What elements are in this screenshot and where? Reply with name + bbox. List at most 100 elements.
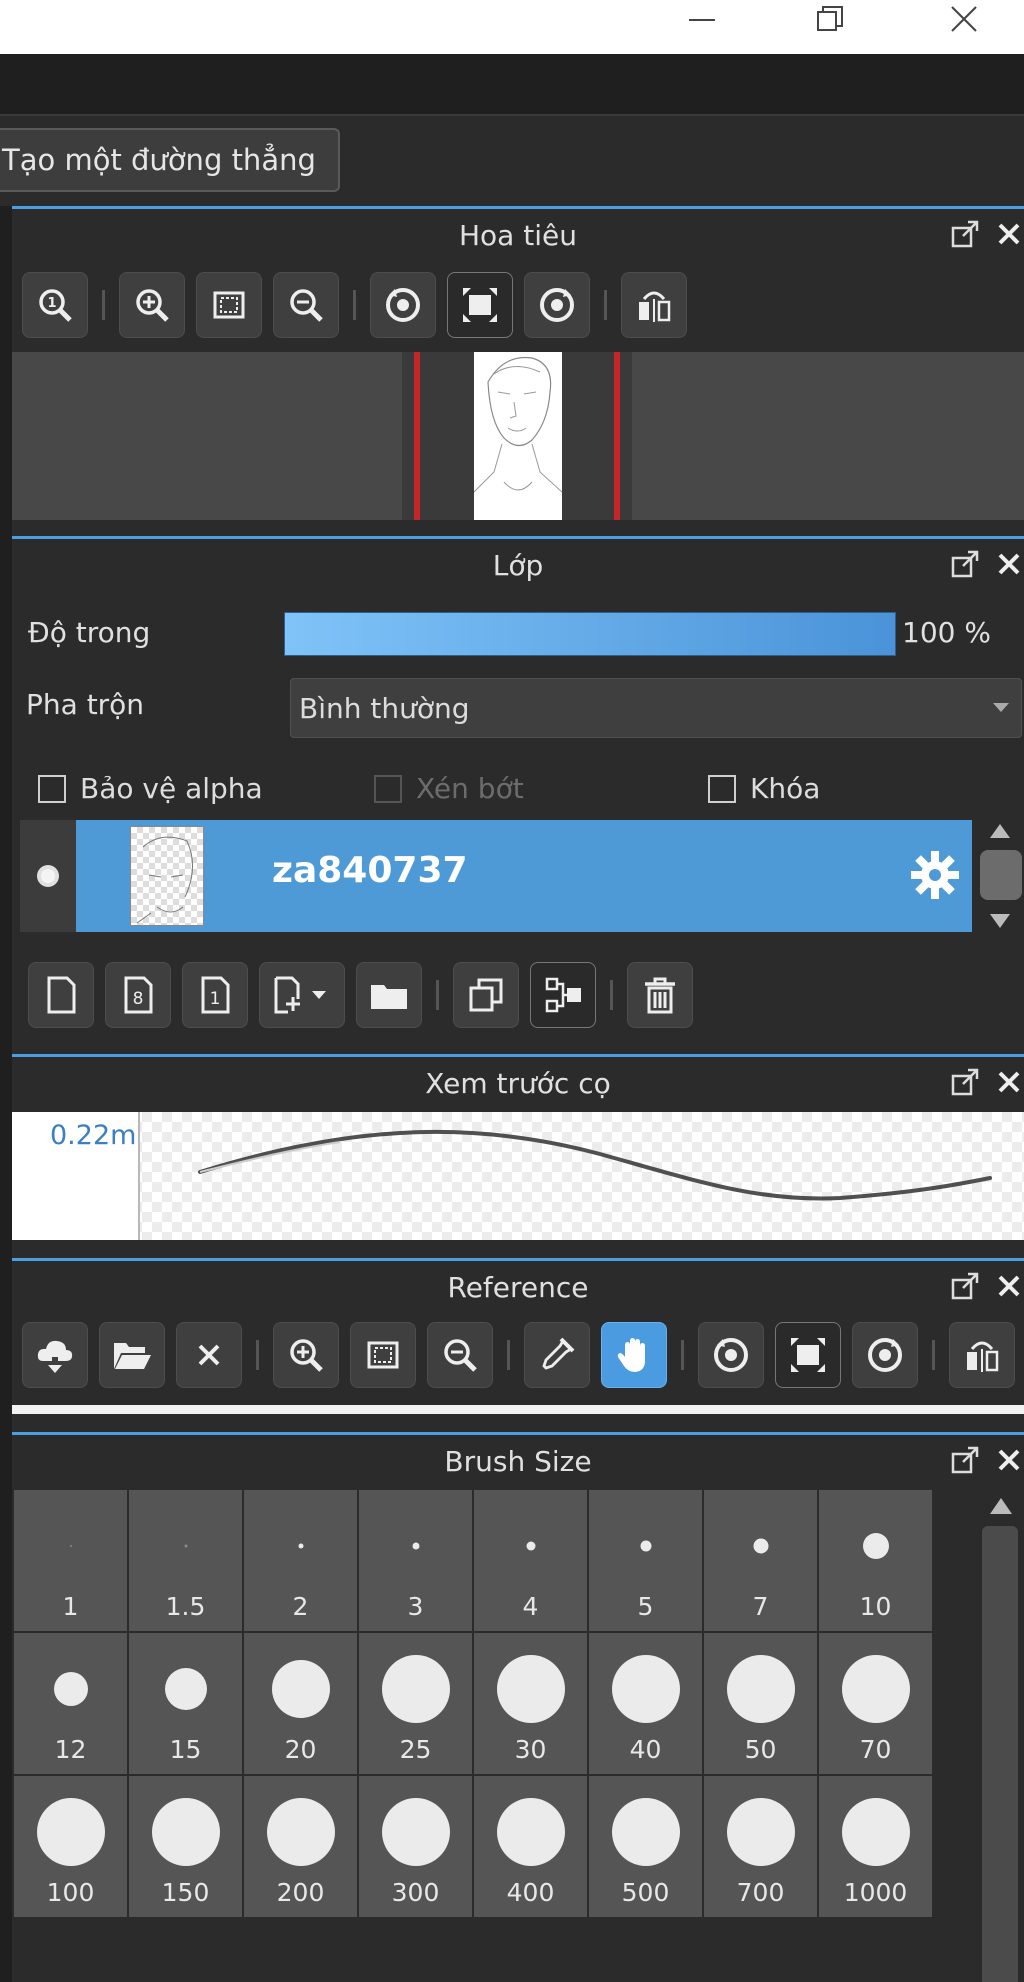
panel-title: Lớp bbox=[492, 548, 544, 582]
svg-text:8: 8 bbox=[133, 989, 144, 1009]
close-reference-button[interactable] bbox=[176, 1322, 242, 1388]
reference-fit-window-button[interactable] bbox=[775, 1322, 841, 1388]
close-icon bbox=[951, 6, 977, 32]
reference-rotate-left-button[interactable] bbox=[698, 1322, 764, 1388]
brush-size-option[interactable]: 500 bbox=[589, 1776, 702, 1917]
brush-size-option[interactable]: 1.5 bbox=[129, 1490, 242, 1631]
brush-dot-icon bbox=[862, 1533, 889, 1559]
new-layer-button[interactable] bbox=[28, 962, 94, 1028]
new-1bit-layer-button[interactable]: 1 bbox=[182, 962, 248, 1028]
brush-dot-icon bbox=[496, 1798, 565, 1866]
brush-dot-icon bbox=[496, 1655, 565, 1723]
close-window-button[interactable] bbox=[934, 0, 994, 38]
brush-size-value: 0.22mm bbox=[50, 1120, 138, 1151]
open-folder-icon bbox=[114, 1343, 151, 1369]
brush-size-option[interactable]: 400 bbox=[474, 1776, 587, 1917]
brush-size-option[interactable]: 700 bbox=[704, 1776, 817, 1917]
brush-size-label: 30 bbox=[514, 1735, 547, 1764]
detach-icon[interactable] bbox=[950, 1067, 980, 1097]
brush-dot-icon bbox=[53, 1672, 88, 1706]
brush-size-option[interactable]: 12 bbox=[14, 1633, 127, 1774]
panel-header: Lớp bbox=[12, 539, 1024, 591]
hand-icon bbox=[617, 1338, 645, 1372]
brush-size-option[interactable]: 150 bbox=[129, 1776, 242, 1917]
straight-line-button[interactable]: Tạo một đường thẳng bbox=[0, 128, 340, 192]
brush-size-option[interactable]: 300 bbox=[359, 1776, 472, 1917]
close-panel-icon[interactable] bbox=[994, 549, 1024, 579]
separator bbox=[436, 980, 439, 1010]
detach-icon[interactable] bbox=[950, 1445, 980, 1475]
brush-size-option[interactable]: 1 bbox=[14, 1490, 127, 1631]
close-panel-icon[interactable] bbox=[994, 1067, 1024, 1097]
add-layer-dropdown-button[interactable] bbox=[259, 962, 345, 1028]
close-panel-icon[interactable] bbox=[994, 1445, 1024, 1475]
rotate-left-button[interactable] bbox=[370, 272, 436, 338]
opacity-slider[interactable] bbox=[284, 612, 896, 656]
blend-mode-select[interactable]: Bình thường bbox=[290, 678, 1022, 738]
detach-icon[interactable] bbox=[950, 549, 980, 579]
brush-size-option[interactable]: 7 bbox=[704, 1490, 817, 1631]
flip-button[interactable] bbox=[621, 272, 687, 338]
navigator-view[interactable] bbox=[12, 352, 1024, 520]
restore-button[interactable] bbox=[800, 0, 860, 38]
brush-size-readout: 0.22mm bbox=[12, 1112, 140, 1240]
layer-item[interactable]: za840737 bbox=[20, 820, 972, 932]
brush-size-option[interactable]: 5 bbox=[589, 1490, 702, 1631]
fit-screen-button[interactable] bbox=[196, 272, 262, 338]
brush-size-option[interactable]: 70 bbox=[819, 1633, 932, 1774]
reference-zoom-out-button[interactable] bbox=[427, 1322, 493, 1388]
reference-fit-button[interactable] bbox=[350, 1322, 416, 1388]
brush-size-option[interactable]: 15 bbox=[129, 1633, 242, 1774]
brush-size-scrollbar[interactable] bbox=[978, 1490, 1024, 1982]
reference-view[interactable] bbox=[12, 1402, 1024, 1414]
visibility-toggle[interactable] bbox=[20, 820, 76, 932]
zoom-out-button[interactable] bbox=[273, 272, 339, 338]
new-folder-button[interactable] bbox=[356, 962, 422, 1028]
brush-size-option[interactable]: 20 bbox=[244, 1633, 357, 1774]
lock-checkbox[interactable]: Khóa bbox=[708, 772, 820, 805]
close-panel-icon[interactable] bbox=[994, 219, 1024, 249]
open-reference-button[interactable] bbox=[99, 1322, 165, 1388]
brush-size-option[interactable]: 1000 bbox=[819, 1776, 932, 1917]
zoom-in-button[interactable] bbox=[119, 272, 185, 338]
layer-scrollbar[interactable] bbox=[976, 820, 1024, 932]
reference-flip-button[interactable] bbox=[949, 1322, 1015, 1388]
detach-icon[interactable] bbox=[950, 1271, 980, 1301]
merge-layer-button[interactable] bbox=[530, 962, 596, 1028]
brush-size-option[interactable]: 25 bbox=[359, 1633, 472, 1774]
brush-size-option[interactable]: 10 bbox=[819, 1490, 932, 1631]
separator bbox=[932, 1340, 935, 1370]
download-reference-button[interactable] bbox=[22, 1322, 88, 1388]
brush-size-label: 10 bbox=[859, 1592, 892, 1621]
eyedropper-button[interactable] bbox=[524, 1322, 590, 1388]
brush-size-option[interactable]: 3 bbox=[359, 1490, 472, 1631]
rotate-right-button[interactable] bbox=[524, 272, 590, 338]
brush-size-option[interactable]: 50 bbox=[704, 1633, 817, 1774]
hand-tool-button[interactable] bbox=[601, 1322, 667, 1388]
brush-dot-icon bbox=[164, 1668, 207, 1710]
new-8bit-layer-button[interactable]: 8 bbox=[105, 962, 171, 1028]
zoom-actual-button[interactable]: 1 bbox=[22, 272, 88, 338]
brush-dot-icon bbox=[726, 1798, 795, 1866]
delete-layer-button[interactable] bbox=[627, 962, 693, 1028]
minimize-button[interactable] bbox=[672, 0, 732, 38]
reference-rotate-right-button[interactable] bbox=[852, 1322, 918, 1388]
brush-size-option[interactable]: 200 bbox=[244, 1776, 357, 1917]
panel-header: Hoa tiêu bbox=[12, 209, 1024, 261]
fit-window-button[interactable] bbox=[447, 272, 513, 338]
detach-icon[interactable] bbox=[950, 219, 980, 249]
merge-icon bbox=[545, 977, 581, 1013]
reference-zoom-in-button[interactable] bbox=[273, 1322, 339, 1388]
close-panel-icon[interactable] bbox=[994, 1271, 1024, 1301]
panel-header: Xem trước cọ bbox=[12, 1057, 1024, 1109]
duplicate-layer-button[interactable] bbox=[453, 962, 519, 1028]
protect-alpha-checkbox[interactable]: Bảo vệ alpha bbox=[38, 772, 263, 805]
brush-size-option[interactable]: 100 bbox=[14, 1776, 127, 1917]
gear-icon[interactable] bbox=[908, 848, 962, 906]
brush-size-option[interactable]: 2 bbox=[244, 1490, 357, 1631]
brush-dot-icon bbox=[526, 1541, 535, 1551]
brush-size-option[interactable]: 40 bbox=[589, 1633, 702, 1774]
brush-size-option[interactable]: 4 bbox=[474, 1490, 587, 1631]
scrollbar-thumb[interactable] bbox=[982, 1526, 1018, 1982]
brush-size-option[interactable]: 30 bbox=[474, 1633, 587, 1774]
